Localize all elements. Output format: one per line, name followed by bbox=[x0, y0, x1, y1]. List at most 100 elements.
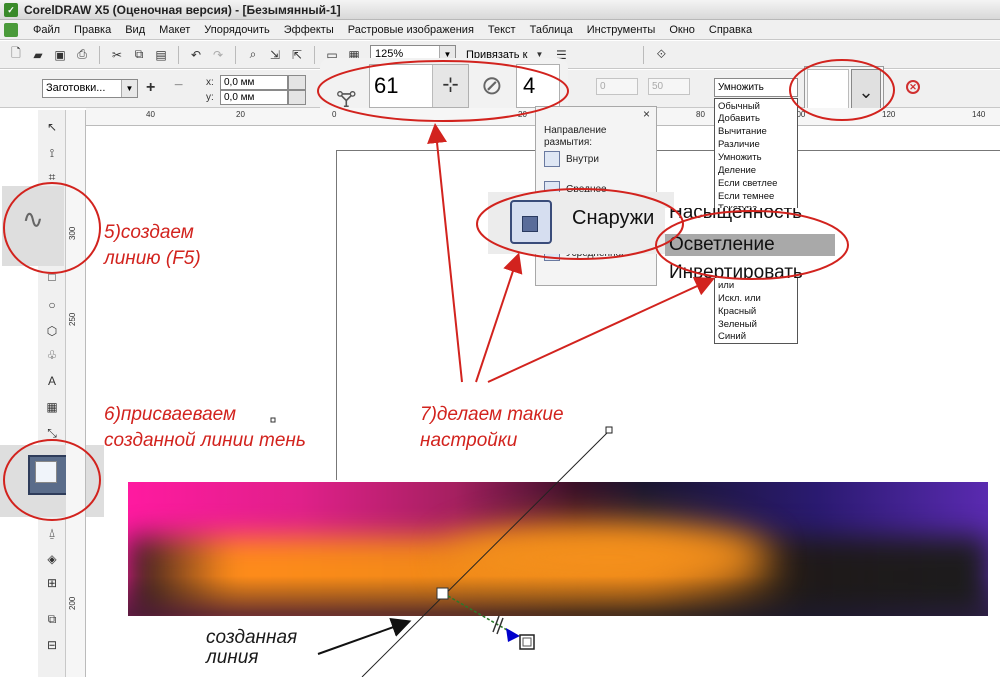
option-outside-label: Снаружи bbox=[572, 207, 655, 229]
toolbar-separator bbox=[235, 45, 236, 64]
caption-line: размытия: bbox=[544, 137, 593, 148]
zoomed-drop-shadow-tool[interactable] bbox=[0, 445, 104, 517]
remove-preset-button[interactable]: − bbox=[174, 77, 183, 95]
rectangle-tool-icon[interactable]: □ bbox=[42, 268, 62, 286]
step6-annotation: созданной линии тень bbox=[104, 430, 306, 451]
drop-shadow-icon-inner bbox=[35, 461, 57, 483]
chevron-down-icon[interactable]: ▼ bbox=[121, 80, 137, 97]
mesh-fill-icon[interactable]: ⊟ bbox=[42, 636, 62, 654]
step7-annotation: настройки bbox=[420, 430, 518, 451]
page-border-top bbox=[336, 150, 1000, 151]
list-item[interactable]: Добавить bbox=[718, 113, 760, 125]
menu-bitmaps[interactable]: Растровые изображения bbox=[341, 24, 481, 36]
freehand-line-icon: ∿ bbox=[22, 204, 44, 234]
hruler-tick: 140 bbox=[972, 110, 986, 119]
list-item[interactable]: Насыщенность bbox=[669, 208, 835, 224]
window-title: CorelDRAW X5 (Оценочная версия) - [Безым… bbox=[24, 2, 341, 17]
shadow-result-preview bbox=[128, 482, 988, 616]
selected-list-item[interactable]: Осветление bbox=[665, 234, 835, 256]
table-tool-icon[interactable]: ▦ bbox=[42, 398, 62, 416]
shadow-opacity-value: 61 bbox=[374, 73, 399, 98]
dimension-tool-icon[interactable]: ⤡ bbox=[42, 424, 62, 442]
arrow-to-outside bbox=[475, 252, 523, 383]
menu-table[interactable]: Таблица bbox=[523, 24, 580, 36]
text-tool-icon[interactable]: A bbox=[42, 372, 62, 390]
interactive-fill-icon[interactable]: ⊞ bbox=[42, 574, 62, 592]
y-position-field[interactable]: 0,0 мм bbox=[220, 90, 288, 105]
new-document-icon[interactable]: 🗋 bbox=[6, 45, 26, 65]
shadow-slider-mark bbox=[496, 617, 504, 635]
menu-effects[interactable]: Эффекты bbox=[277, 24, 341, 36]
menu-view[interactable]: Вид bbox=[118, 24, 152, 36]
list-item[interactable]: Деление bbox=[718, 165, 756, 177]
x-spinner[interactable] bbox=[288, 75, 306, 90]
option-inside[interactable]: Внутри bbox=[544, 151, 652, 169]
menu-file[interactable]: Файл bbox=[26, 24, 67, 36]
open-folder-icon[interactable]: ▰ bbox=[28, 45, 48, 65]
preset-select[interactable]: Заготовки... ▼ bbox=[42, 79, 138, 98]
shape-tool-icon[interactable]: ⟟ bbox=[42, 144, 62, 162]
list-item[interactable]: Зеленый bbox=[718, 319, 757, 331]
menu-help[interactable]: Справка bbox=[702, 24, 759, 36]
undo-icon[interactable]: ↶ bbox=[186, 45, 206, 65]
list-item[interactable]: или bbox=[718, 280, 734, 292]
merge-mode-select[interactable]: Умножить bbox=[714, 78, 798, 97]
list-item[interactable]: Вычитание bbox=[718, 126, 767, 138]
menu-layout[interactable]: Макет bbox=[152, 24, 197, 36]
y-spinner[interactable] bbox=[288, 90, 306, 105]
arrow-to-opacity bbox=[427, 123, 463, 383]
list-item[interactable]: Различие bbox=[718, 139, 760, 151]
list-item[interactable]: Синий bbox=[718, 331, 746, 343]
list-item[interactable]: Обычный bbox=[718, 101, 760, 113]
smart-fill-icon[interactable]: ⧉ bbox=[42, 610, 62, 628]
corel-connect-icon[interactable]: ⟐ bbox=[651, 45, 671, 65]
search-content-icon[interactable]: ⌕ bbox=[243, 45, 263, 65]
zoomed-curve-tool[interactable]: ∿ bbox=[2, 186, 64, 266]
shadow-opacity-field[interactable]: 61 ⊹ bbox=[369, 64, 469, 108]
add-preset-button[interactable]: + bbox=[146, 79, 155, 97]
paste-icon[interactable]: ▤ bbox=[151, 45, 171, 65]
import-icon[interactable]: ⇲ bbox=[265, 45, 285, 65]
menu-text[interactable]: Текст bbox=[481, 24, 523, 36]
document-icon[interactable] bbox=[4, 22, 18, 37]
zoomed-option-outside[interactable]: Снаружи bbox=[488, 192, 674, 254]
shadow-feather-field[interactable]: 4 bbox=[516, 64, 560, 108]
print-icon[interactable]: ⎙ bbox=[72, 45, 92, 65]
hruler-tick: 0 bbox=[332, 110, 337, 119]
list-item[interactable]: Умножить bbox=[718, 152, 762, 164]
vruler-tick: 200 bbox=[68, 596, 77, 610]
preset-value: Заготовки... bbox=[46, 82, 106, 94]
menu-tools[interactable]: Инструменты bbox=[580, 24, 663, 36]
crop-tool-icon[interactable]: ⌗ bbox=[42, 168, 62, 186]
list-item[interactable]: Инвертировать bbox=[669, 262, 835, 278]
menu-arrange[interactable]: Упорядочить bbox=[197, 24, 276, 36]
pick-tool-icon[interactable]: ↖ bbox=[42, 118, 62, 136]
fill-tool-icon[interactable]: ◈ bbox=[42, 550, 62, 568]
copy-icon[interactable]: ⧉ bbox=[129, 45, 149, 65]
inside-direction-icon bbox=[544, 151, 560, 168]
list-item[interactable]: Искл. или bbox=[718, 293, 761, 305]
list-item[interactable]: Красный bbox=[718, 306, 756, 318]
menu-edit[interactable]: Правка bbox=[67, 24, 118, 36]
menu-window[interactable]: Окно bbox=[662, 24, 702, 36]
toolbar-separator bbox=[99, 45, 100, 64]
opacity-slider-icon[interactable]: ⊹ bbox=[432, 65, 468, 107]
list-item[interactable]: Если светлее bbox=[718, 178, 777, 190]
cut-icon[interactable]: ✂ bbox=[107, 45, 127, 65]
polygon-tool-icon[interactable]: ⬡ bbox=[42, 322, 62, 340]
redo-icon[interactable]: ↷ bbox=[208, 45, 228, 65]
shadow-fade-field[interactable]: 50 bbox=[648, 78, 690, 95]
clear-shadow-icon[interactable]: ✕ bbox=[906, 80, 920, 94]
toolbar-separator bbox=[314, 45, 315, 64]
shadow-direction-arrow bbox=[506, 628, 520, 642]
save-icon[interactable]: ▣ bbox=[50, 45, 70, 65]
list-item[interactable]: Если темнее bbox=[718, 191, 774, 203]
shadow-stretch-field[interactable]: 0 bbox=[596, 78, 638, 95]
export-icon[interactable]: ⇱ bbox=[287, 45, 307, 65]
created-line-pointer bbox=[317, 617, 412, 655]
eyedropper-tool-icon[interactable]: ⍙ bbox=[42, 524, 62, 542]
x-position-field[interactable]: 0,0 мм bbox=[220, 75, 288, 90]
close-icon[interactable]: × bbox=[643, 107, 650, 121]
ellipse-tool-icon[interactable]: ○ bbox=[42, 296, 62, 314]
basic-shapes-icon[interactable]: ♧ bbox=[42, 346, 62, 364]
